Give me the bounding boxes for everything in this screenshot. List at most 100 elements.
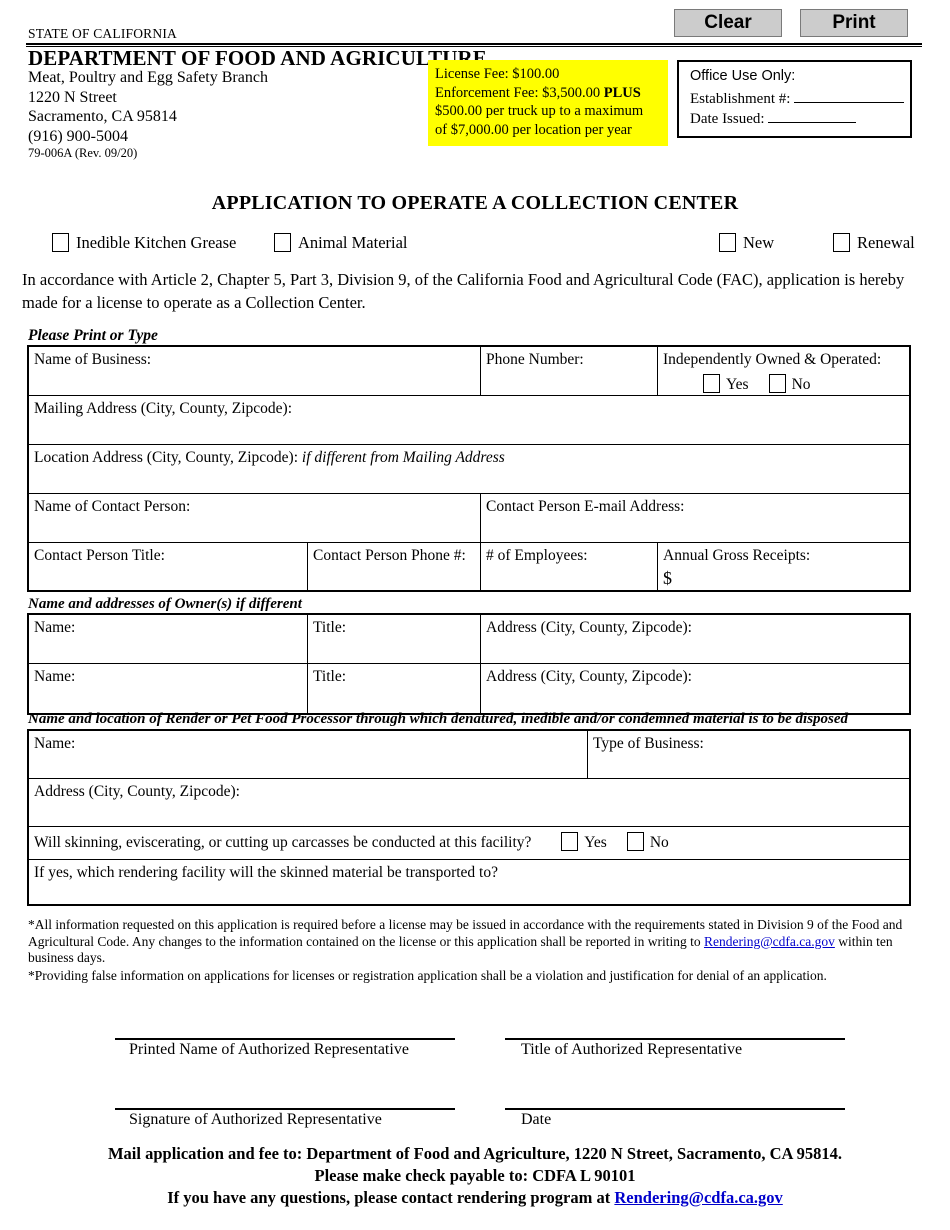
checkbox-group-animal-material: Animal Material (274, 233, 408, 253)
table-row: Name: Type of Business: (29, 731, 909, 779)
location-address-label: Location Address (City, County, Zipcode)… (34, 449, 299, 466)
date-issued-row: Date Issued: (690, 109, 910, 129)
plus-emphasis: PLUS (603, 84, 641, 101)
date-signature-line[interactable] (505, 1108, 845, 1110)
animal-material-checkbox[interactable] (274, 233, 291, 252)
table-row: Will skinning, eviscerating, or cutting … (29, 827, 909, 860)
employees-count-cell[interactable]: # of Employees: (480, 543, 657, 590)
renewal-checkbox[interactable] (833, 233, 850, 252)
contact-person-title-label: Contact Person Title: (34, 547, 165, 564)
intro-paragraph: In accordance with Article 2, Chapter 5,… (22, 270, 905, 312)
clear-button[interactable]: Clear (674, 9, 782, 37)
office-use-title: Office Use Only: (690, 68, 796, 84)
mailing-instructions: Mail application and fee to: Department … (0, 1143, 950, 1209)
table-row: Location Address (City, County, Zipcode)… (29, 445, 909, 494)
application-type-row: Inedible Kitchen Grease Animal Material … (0, 233, 950, 257)
check-payable-line: Please make check payable to: CDFA L 901… (314, 1166, 636, 1185)
independently-owned-no-checkbox[interactable] (768, 374, 786, 393)
location-address-note: if different from Mailing Address (301, 449, 505, 466)
business-info-table: Name of Business: Phone Number: Independ… (27, 345, 911, 592)
footnote-information-required: *All information requested on this appli… (28, 917, 914, 967)
establishment-number-row: Establishment #: (690, 89, 910, 109)
independently-owned-yes-label: Yes (726, 376, 749, 393)
dollar-sign: $ (663, 568, 672, 588)
footnote-false-information: *Providing false information on applicat… (28, 968, 827, 983)
table-row: Name of Business: Phone Number: Independ… (29, 347, 909, 396)
phone-line: (916) 900-5004 (28, 127, 128, 145)
signature-line[interactable] (115, 1108, 455, 1110)
enforcement-fee-line: Enforcement Fee: $3,500.00 PLUS (435, 84, 661, 103)
contact-person-phone-cell[interactable]: Contact Person Phone #: (307, 543, 480, 590)
license-fee-line: License Fee: $100.00 (435, 66, 560, 82)
annual-gross-receipts-cell[interactable]: Annual Gross Receipts: $ (657, 543, 913, 590)
processor-address-cell[interactable]: Address (City, County, Zipcode): (29, 779, 913, 826)
fee-highlight-box: License Fee: $100.00 Enforcement Fee: $3… (428, 60, 668, 146)
owner-title-label: Title: (313, 668, 347, 685)
new-label: New (743, 233, 775, 252)
processor-address-label: Address (City, County, Zipcode): (34, 783, 240, 800)
processor-name-label: Name: (34, 735, 76, 752)
owner-address-label: Address (City, County, Zipcode): (486, 668, 692, 685)
table-row: If yes, which rendering facility will th… (29, 860, 909, 904)
form-toolbar: Clear Print (674, 9, 908, 37)
date-issued-field[interactable] (768, 110, 857, 123)
processor-type-of-business-cell[interactable]: Type of Business: (587, 731, 913, 778)
establishment-number-field[interactable] (794, 90, 905, 103)
processor-type-of-business-label: Type of Business: (593, 735, 704, 752)
owner-address-cell[interactable]: Address (City, County, Zipcode): (480, 664, 913, 713)
contact-person-phone-label: Contact Person Phone #: (313, 547, 466, 564)
phone-number-cell[interactable]: Phone Number: (480, 347, 657, 395)
contact-person-title-cell[interactable]: Contact Person Title: (29, 543, 307, 590)
owner-address-cell[interactable]: Address (City, County, Zipcode): (480, 615, 913, 663)
name-of-business-label: Name of Business: (34, 351, 152, 368)
renewal-label: Renewal (857, 233, 915, 252)
location-address-cell[interactable]: Location Address (City, County, Zipcode)… (29, 445, 913, 493)
checkbox-group-inedible-kitchen-grease: Inedible Kitchen Grease (52, 233, 236, 253)
processor-section-heading: Name and location of Render or Pet Food … (28, 711, 849, 727)
name-of-business-cell[interactable]: Name of Business: (29, 347, 480, 395)
owner-name-cell[interactable]: Name: (29, 615, 307, 663)
skinning-no-checkbox[interactable] (626, 832, 644, 851)
maximum-line: of $7,000.00 per location per year (435, 121, 632, 138)
rendering-email-link[interactable]: Rendering@cdfa.ca.gov (704, 934, 835, 949)
owner-title-cell[interactable]: Title: (307, 615, 480, 663)
independently-owned-cell: Independently Owned & Operated: Yes No (657, 347, 913, 395)
establishment-number-label: Establishment #: (690, 91, 791, 107)
print-button[interactable]: Print (800, 9, 908, 37)
table-row: Mailing Address (City, County, Zipcode): (29, 396, 909, 445)
skinning-no-label: No (649, 834, 669, 851)
questions-line: If you have any questions, please contac… (0, 1187, 950, 1209)
processor-name-cell[interactable]: Name: (29, 731, 587, 778)
inedible-kitchen-grease-label: Inedible Kitchen Grease (76, 233, 237, 252)
contact-person-email-label: Contact Person E-mail Address: (486, 498, 685, 515)
street-line: 1220 N Street (28, 88, 117, 106)
contact-person-email-cell[interactable]: Contact Person E-mail Address: (480, 494, 913, 542)
office-use-box: Office Use Only: Establishment #: Date I… (677, 60, 912, 138)
skinning-question-label: Will skinning, eviscerating, or cutting … (34, 834, 532, 851)
independently-owned-yes-checkbox[interactable] (703, 374, 720, 393)
independently-owned-no-label: No (791, 376, 811, 393)
rendering-facility-cell[interactable]: If yes, which rendering facility will th… (29, 860, 913, 904)
rendering-facility-label: If yes, which rendering facility will th… (34, 864, 498, 881)
contact-person-name-label: Name of Contact Person: (34, 498, 191, 515)
owners-table: Name: Title: Address (City, County, Zipc… (27, 613, 911, 715)
contact-person-name-cell[interactable]: Name of Contact Person: (29, 494, 480, 542)
skinning-yes-checkbox[interactable] (561, 832, 579, 851)
table-row: Name: Title: Address (City, County, Zipc… (29, 664, 909, 713)
owner-title-cell[interactable]: Title: (307, 664, 480, 713)
rendering-email-link-bottom[interactable]: Rendering@cdfa.ca.gov (614, 1188, 782, 1207)
owner-name-cell[interactable]: Name: (29, 664, 307, 713)
table-row: Name of Contact Person: Contact Person E… (29, 494, 909, 543)
please-print-or-type-label: Please Print or Type (28, 327, 158, 344)
animal-material-label: Animal Material (298, 233, 408, 252)
independently-owned-options: Yes No (703, 374, 913, 395)
department-address: Meat, Poultry and Egg Safety Branch 1220… (28, 68, 268, 146)
title-signature-line[interactable] (505, 1038, 845, 1040)
new-checkbox[interactable] (719, 233, 736, 252)
mailing-address-cell[interactable]: Mailing Address (City, County, Zipcode): (29, 396, 913, 444)
branch-line: Meat, Poultry and Egg Safety Branch (28, 69, 268, 86)
form-number-label: 79-006A (Rev. 09/20) (28, 146, 138, 160)
inedible-kitchen-grease-checkbox[interactable] (52, 233, 69, 252)
independently-owned-label: Independently Owned & Operated: (663, 351, 882, 368)
printed-name-signature-line[interactable] (115, 1038, 455, 1040)
